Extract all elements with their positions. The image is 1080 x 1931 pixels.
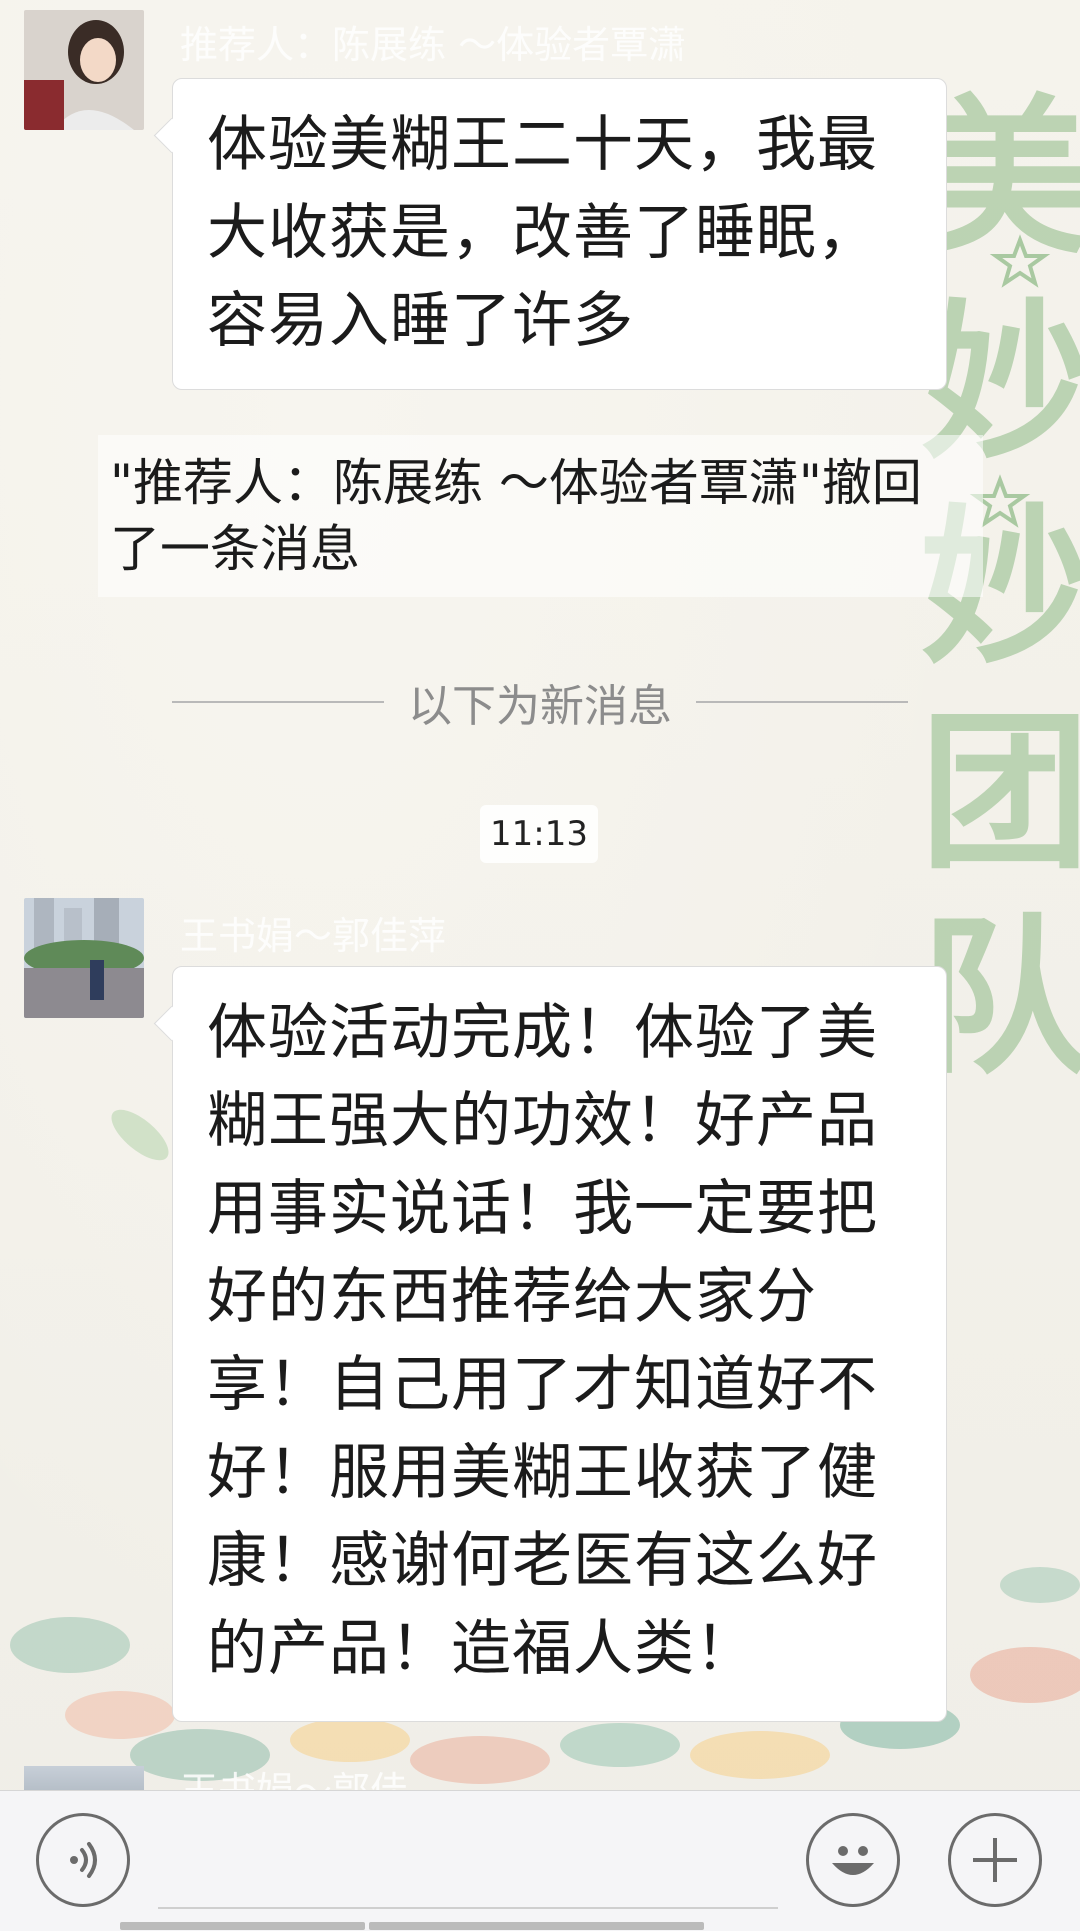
timestamp: 11:13: [480, 805, 598, 863]
avatar[interactable]: [24, 898, 144, 1018]
key-edge: [369, 1922, 704, 1930]
recall-notice: "推荐人：陈展练 ～体验者覃潇"撤回了一条消息: [98, 435, 983, 597]
more-button[interactable]: [948, 1813, 1042, 1907]
key-edge: [120, 1922, 365, 1930]
plus-icon: [973, 1838, 1017, 1882]
sender-name: 王书娟～郭佳萍: [180, 914, 447, 958]
divider-line: [696, 701, 908, 703]
keyboard-edge: [120, 1922, 710, 1930]
avatar[interactable]: [24, 10, 144, 130]
new-messages-divider: 以下为新消息: [172, 670, 908, 734]
divider-label: 以下为新消息: [408, 681, 672, 732]
message-input[interactable]: [158, 1811, 778, 1909]
divider-line: [172, 701, 384, 703]
emoji-icon: [832, 1846, 874, 1875]
input-bar: [0, 1790, 1080, 1931]
voice-icon: [70, 1842, 97, 1878]
sender-name: 王书娟～郭佳: [180, 1760, 408, 1790]
avatar[interactable]: [24, 1766, 144, 1790]
message-bubble[interactable]: 体验美糊王二十天，我最大收获是，改善了睡眠，容易入睡了许多: [172, 78, 947, 390]
sender-name: 推荐人：陈展练 ～体验者覃潇: [180, 23, 687, 67]
emoji-button[interactable]: [806, 1813, 900, 1907]
voice-button[interactable]: [36, 1813, 130, 1907]
message-bubble[interactable]: 体验活动完成！体验了美糊王强大的功效！好产品用事实说话！我一定要把好的东西推荐给…: [172, 966, 947, 1722]
